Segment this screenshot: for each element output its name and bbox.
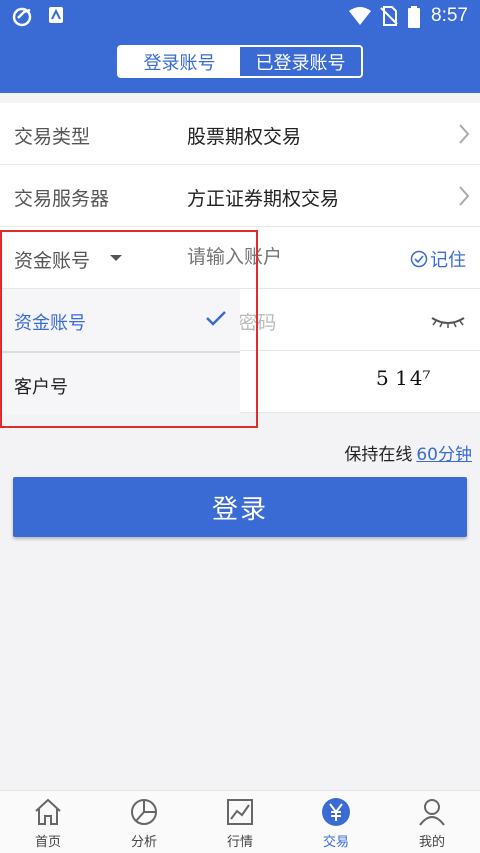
captcha-image[interactable]: 5 1 4⁷ — [376, 366, 431, 390]
keep-online: 保持在线 60分钟 — [344, 440, 472, 465]
nav-label: 交易 — [322, 835, 349, 850]
nav-label: 首页 — [34, 835, 61, 850]
wifi-icon — [348, 6, 372, 30]
nav-label: 行情 — [226, 835, 253, 850]
nav-analysis[interactable]: 分析 — [96, 791, 192, 853]
trade-type-label: 交易类型 — [14, 126, 91, 148]
nav-label: 我的 — [418, 835, 445, 850]
keep-online-duration[interactable]: 60分钟 — [416, 445, 472, 465]
server-row[interactable]: 交易服务器 方正证券期权交易 — [0, 165, 480, 227]
keep-online-label: 保持在线 — [344, 445, 413, 465]
no-sim-icon — [380, 6, 398, 30]
eye-closed-icon[interactable] — [430, 313, 466, 332]
yen-icon — [321, 797, 351, 831]
status-time: 8:57 — [431, 5, 468, 26]
pie-chart-icon — [129, 797, 159, 831]
app-header: 8:57 登录账号 已登录账号 — [0, 0, 480, 93]
tab-logged-accounts[interactable]: 已登录账号 — [240, 47, 361, 76]
user-icon — [417, 797, 447, 831]
nav-home[interactable]: 首页 — [0, 791, 96, 853]
remember-toggle[interactable]: 记住 — [410, 246, 466, 272]
nav-mine[interactable]: 我的 — [384, 791, 480, 853]
highlight-box — [0, 230, 258, 428]
account-tabs: 登录账号 已登录账号 — [117, 45, 363, 78]
bottom-nav: 首页 分析 行情 交易 我的 — [0, 790, 480, 853]
battery-icon — [408, 6, 420, 32]
login-button[interactable]: 登录 — [13, 477, 467, 537]
chevron-right-icon — [458, 185, 470, 211]
server-value: 方正证券期权交易 — [187, 188, 340, 210]
server-label: 交易服务器 — [14, 188, 110, 210]
check-circle-icon — [410, 250, 428, 268]
nav-market[interactable]: 行情 — [192, 791, 288, 853]
app-icon — [12, 6, 36, 32]
line-chart-icon — [225, 797, 255, 831]
status-bar: 8:57 — [0, 0, 480, 34]
trade-type-row[interactable]: 交易类型 股票期权交易 — [0, 103, 480, 165]
nav-label: 分析 — [130, 835, 157, 850]
chevron-right-icon — [458, 123, 470, 149]
notification-icon — [48, 6, 64, 28]
nav-trade[interactable]: 交易 — [288, 791, 384, 853]
tab-login-account[interactable]: 登录账号 — [119, 47, 240, 76]
trade-type-value: 股票期权交易 — [187, 126, 302, 148]
home-icon — [33, 797, 63, 831]
remember-label: 记住 — [430, 250, 466, 271]
